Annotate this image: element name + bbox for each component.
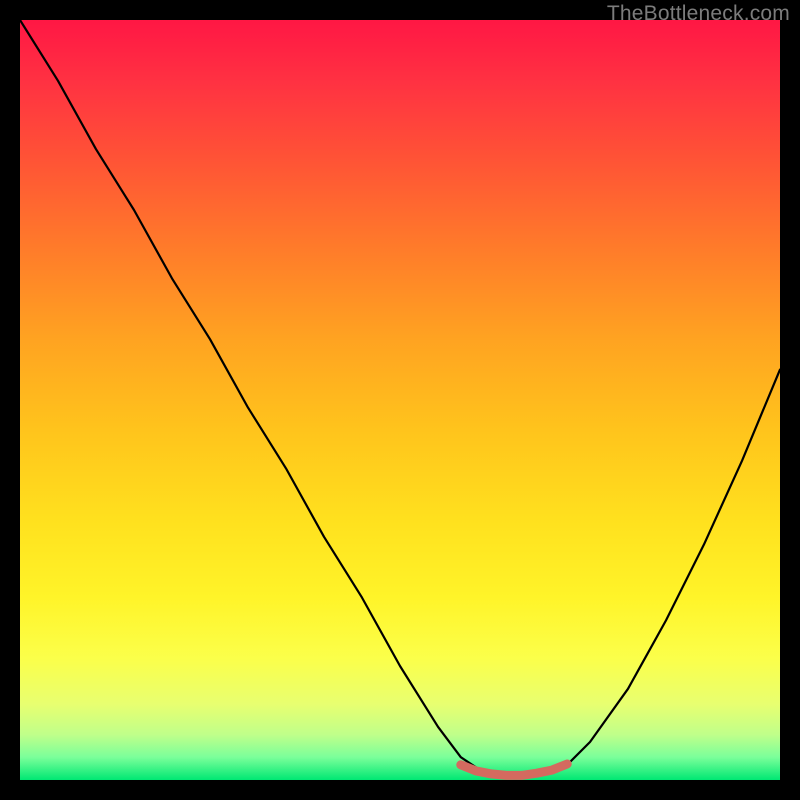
bottleneck-curve [20, 20, 780, 776]
curve-layer [20, 20, 780, 780]
watermark-text: TheBottleneck.com [607, 2, 790, 26]
chart-frame: TheBottleneck.com [0, 0, 800, 800]
plot-area [20, 20, 780, 780]
bottleneck-valley-highlight [461, 764, 567, 775]
